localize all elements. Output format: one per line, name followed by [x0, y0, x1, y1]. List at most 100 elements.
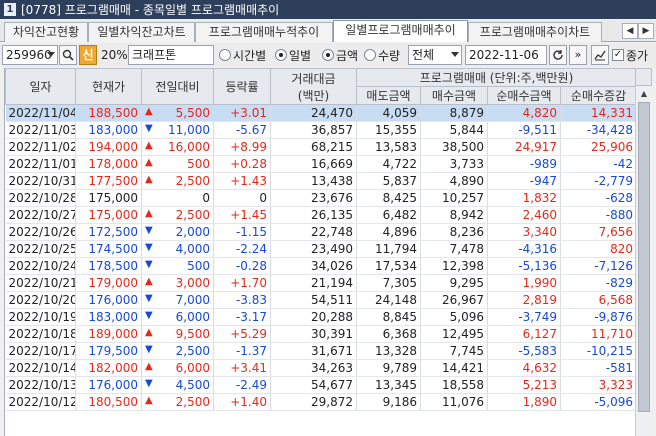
filter-select[interactable]: 전체	[408, 45, 462, 65]
table-row[interactable]: 2022/10/31 177,500 ▲ 2,500 +1.43 13,438 5,837 4…	[5, 172, 638, 190]
credit-badge[interactable]: 신	[79, 45, 97, 65]
cell-buy: 4,890	[420, 172, 488, 190]
table-row[interactable]: 2022/11/02 194,000 ▲ 16,000 +8.99 68,215 13,58…	[5, 138, 638, 156]
cell-date: 2022/10/18	[5, 325, 76, 343]
cell-price: 174,500	[75, 240, 142, 258]
cell-value: 38,500	[442, 140, 484, 154]
radio-time-dot[interactable]	[219, 49, 231, 61]
header-volume[interactable]: 거래대금 (백만)	[270, 68, 357, 105]
cell-volume: 22,748	[270, 223, 357, 241]
scroll-up-icon[interactable]: ▲	[636, 86, 652, 101]
cell-value: 176,000	[88, 293, 138, 307]
tab-next-icon[interactable]: ▶	[638, 23, 654, 39]
header-net[interactable]: 순매수금액	[487, 86, 561, 105]
radio-qty-dot[interactable]	[364, 49, 376, 61]
table-row[interactable]: 2022/11/03 183,000 ▼ 11,000 -5.67 36,857 15,35…	[5, 121, 638, 139]
cell-value: 8,845	[382, 310, 417, 324]
header-change[interactable]: 전일대비	[141, 68, 214, 105]
header-date[interactable]: 일자	[5, 68, 76, 105]
cell-value: 8,879	[449, 106, 484, 120]
cell-value: 54,511	[311, 293, 353, 307]
cell-rate: -5.67	[213, 121, 271, 139]
cell-rate: 0	[213, 189, 271, 207]
search-button[interactable]	[59, 45, 77, 65]
cell-value: -2.49	[235, 378, 267, 392]
cell-value: -0.28	[235, 259, 267, 273]
cell-value: 179,500	[88, 344, 138, 358]
tab-program-cumulative[interactable]: 프로그램매매누적추이	[195, 22, 333, 42]
table-row[interactable]: 2022/10/26 172,500 ▼ 2,000 -1.15 22,748 4,896 8…	[5, 223, 638, 241]
tab-daily-arbitrage-chart[interactable]: 일별차익잔고차트	[88, 22, 195, 42]
chevron-down-icon[interactable]	[451, 52, 459, 57]
header-buy[interactable]: 매수금액	[420, 86, 488, 105]
header-price[interactable]: 현재가	[75, 68, 142, 105]
cell-date: 2022/10/14	[5, 359, 76, 377]
header-sell[interactable]: 매도금액	[356, 86, 421, 105]
cell-value: 21,194	[311, 276, 353, 290]
next-page-button[interactable]: »	[569, 45, 587, 65]
tab-arbitrage-balance[interactable]: 차익잔고현황	[4, 22, 88, 42]
table-row[interactable]: 2022/11/01 178,000 ▲ 500 +0.28 16,669 4,722 3,7…	[5, 155, 638, 173]
tab-program-trend-chart[interactable]: 프로그램매매추이차트	[468, 22, 602, 42]
table-row[interactable]: 2022/10/24 178,500 ▼ 500 -0.28 34,026 17,534 12…	[5, 257, 638, 275]
radio-time[interactable]: 시간별	[219, 45, 266, 65]
radio-qty[interactable]: 수량	[364, 45, 400, 65]
cell-value: 15,355	[375, 123, 417, 137]
table-row[interactable]: 2022/10/17 179,500 ▼ 2,500 -1.37 31,671 13,328…	[5, 342, 638, 360]
cell-change: ▼ 4,000	[141, 240, 214, 258]
cell-value: 2022/10/19	[8, 310, 76, 324]
tab-daily-program-trend[interactable]: 일별프로그램매매추이	[333, 20, 468, 42]
table-row[interactable]: 2022/10/28 175,000 0 0 23,676 8,425 10,257 1,83…	[5, 189, 638, 207]
tab-prev-icon[interactable]: ◀	[622, 23, 638, 39]
cell-change: ▲ 5,500	[141, 104, 214, 122]
cell-change: ▼ 500	[141, 257, 214, 275]
cell-rate: -1.15	[213, 223, 271, 241]
scroll-thumb[interactable]	[638, 102, 650, 412]
cell-net-inc: 6,568	[560, 291, 638, 309]
vertical-scrollbar[interactable]: ▲	[635, 86, 652, 436]
refresh-button[interactable]	[549, 45, 567, 65]
cell-buy: 26,967	[420, 291, 488, 309]
check-icon[interactable]: ✓	[612, 49, 624, 61]
table-row[interactable]: 2022/10/21 179,000 ▲ 3,000 +1.70 21,194 7,305 9…	[5, 274, 638, 292]
cell-value: 5,837	[382, 174, 417, 188]
cell-value: 5,844	[449, 123, 484, 137]
header-rate[interactable]: 등락률	[213, 68, 271, 105]
stock-code-input[interactable]: 259960	[2, 45, 58, 65]
table-row[interactable]: 2022/10/20 176,000 ▼ 7,000 -3.83 54,511 24,148…	[5, 291, 638, 309]
cell-value: 5,213	[522, 378, 557, 392]
cell-buy: 14,421	[420, 359, 488, 377]
cell-net: 2,819	[487, 291, 561, 309]
chevron-down-icon[interactable]	[47, 52, 55, 57]
cell-value: -10,215	[586, 344, 634, 358]
cell-value: 6,000	[175, 310, 210, 324]
table-row[interactable]: 2022/10/25 174,500 ▼ 4,000 -2.24 23,490 11,794…	[5, 240, 638, 258]
cell-date: 2022/11/04	[5, 104, 76, 122]
cell-change: ▼ 6,000	[141, 308, 214, 326]
table-row[interactable]: 2022/10/18 189,000 ▲ 9,500 +5.29 30,391 6,368 1…	[5, 325, 638, 343]
arrow-up-icon: ▲	[145, 140, 153, 151]
arrow-up-icon: ▲	[145, 174, 153, 185]
table-row[interactable]: 2022/10/19 183,000 ▼ 6,000 -3.17 20,288 8,845 5…	[5, 308, 638, 326]
cell-volume: 29,872	[270, 393, 357, 411]
cell-rate: +8.99	[213, 138, 271, 156]
radio-amount[interactable]: 금액	[322, 45, 358, 65]
table-row[interactable]: 2022/10/12 180,500 ▲ 2,500 +1.40 29,872 9,186 1…	[5, 393, 638, 411]
header-net-inc[interactable]: 순매수증감	[559, 86, 638, 105]
cell-value: 4,820	[522, 106, 557, 120]
cell-volume: 54,677	[270, 376, 357, 394]
cell-value: 4,722	[382, 157, 417, 171]
cell-change: ▼ 7,000	[141, 291, 214, 309]
cell-date: 2022/10/13	[5, 376, 76, 394]
chart-button[interactable]	[591, 45, 609, 65]
date-input[interactable]: 2022-11-06	[465, 45, 547, 65]
table-row[interactable]: 2022/11/04 188,500 ▲ 5,500 +3.01 24,470 4,059 8…	[5, 104, 638, 122]
cell-price: 189,000	[75, 325, 142, 343]
close-price-checkbox[interactable]: ✓ 종가	[612, 45, 648, 65]
table-row[interactable]: 2022/10/14 182,000 ▲ 6,000 +3.41 34,263 9,789 1…	[5, 359, 638, 377]
radio-daily-dot[interactable]	[275, 49, 287, 61]
table-row[interactable]: 2022/10/27 175,000 ▲ 2,500 +1.45 26,135 6,482 8…	[5, 206, 638, 224]
table-row[interactable]: 2022/10/13 176,000 ▼ 4,500 -2.49 54,677 13,345…	[5, 376, 638, 394]
radio-daily[interactable]: 일별	[275, 45, 311, 65]
radio-amount-dot[interactable]	[322, 49, 334, 61]
